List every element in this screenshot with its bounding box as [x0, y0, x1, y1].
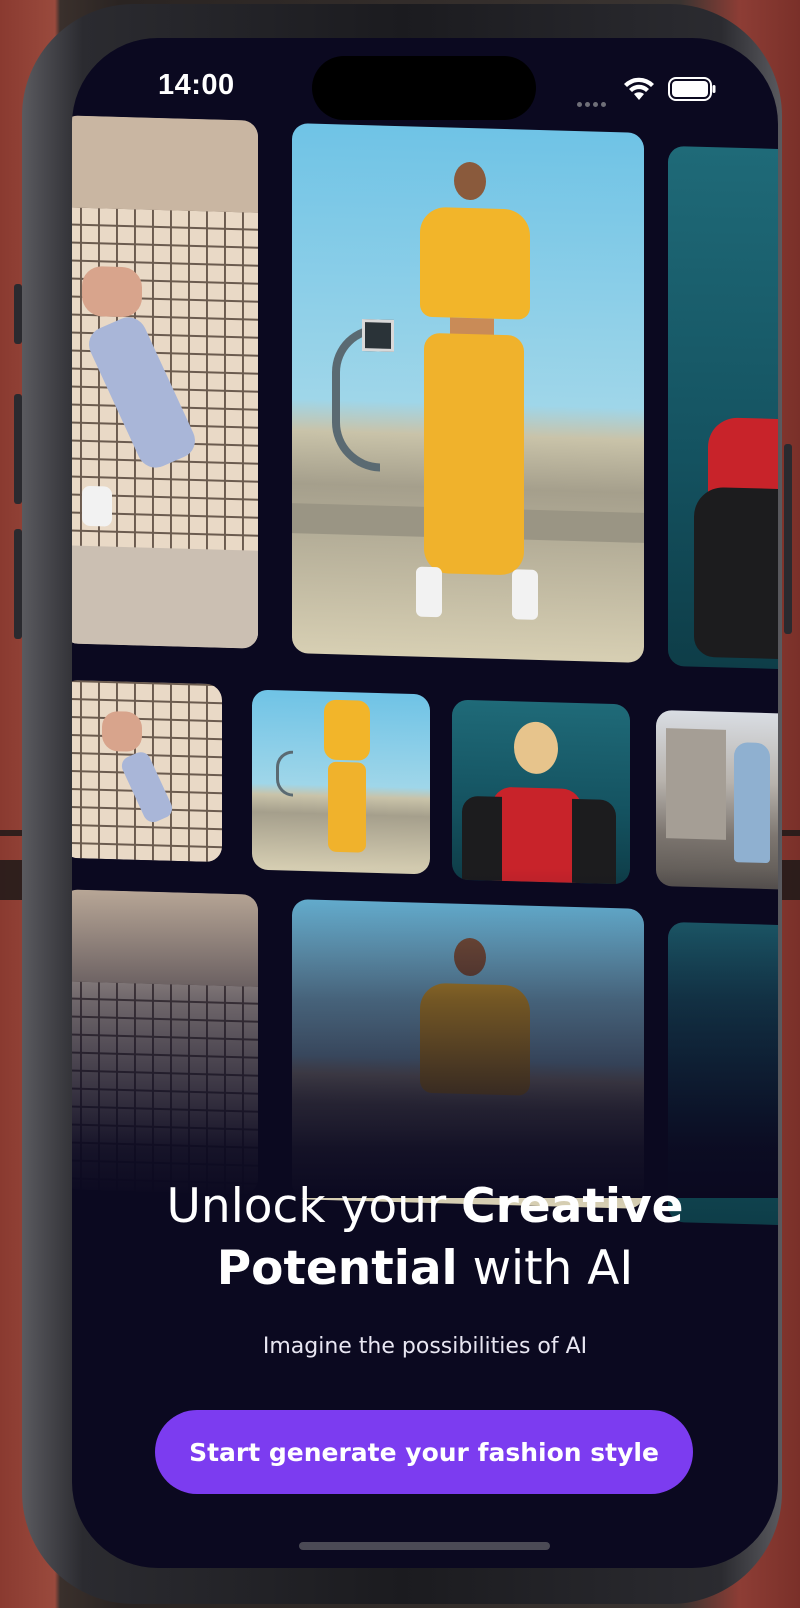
cellular-signal-icon: [577, 92, 611, 107]
headline-text: Unlock your: [166, 1179, 462, 1234]
photo-card-cathedral[interactable]: [656, 709, 778, 891]
headline-text: with AI: [457, 1241, 634, 1296]
status-bar: 14:00: [72, 38, 778, 148]
basketball-hoop-pole: [276, 750, 293, 797]
cathedral-facade: [666, 728, 726, 840]
hero-headline: Unlock your Creative Potential with AI: [72, 1176, 778, 1300]
hero-subtitle: Imagine the possibilities of AI: [262, 1334, 588, 1359]
power-button: [784, 444, 792, 634]
photo-card-tile-wall-small[interactable]: [72, 679, 222, 863]
model-blue-coat: [734, 742, 770, 864]
headline-bold-text: Creative: [461, 1179, 684, 1234]
app-screen: 14:00 Unlock your Creative Potential wit…: [72, 38, 778, 1568]
home-indicator[interactable]: [299, 1542, 550, 1550]
fashion-photo-grid: [72, 38, 778, 1238]
basketball-hoop-board: [362, 319, 394, 352]
phone-frame: 14:00 Unlock your Creative Potential wit…: [14, 4, 792, 1604]
photo-card-tile-wall[interactable]: [72, 115, 258, 649]
model-head: [514, 721, 558, 775]
status-time: 14:00: [158, 69, 235, 101]
model-jeans: [118, 749, 176, 826]
model-hoodie: [324, 699, 370, 761]
photo-card-red-top[interactable]: [668, 145, 778, 671]
model-jacket: [102, 710, 142, 752]
wifi-icon: [624, 77, 654, 100]
battery-icon: [668, 77, 716, 101]
model-shoes: [82, 485, 112, 527]
headline-bold-text: Potential: [216, 1241, 458, 1296]
model-jacket: [82, 265, 142, 318]
photo-card-yellow-tracksuit[interactable]: [292, 123, 644, 663]
model-boot-left: [416, 566, 442, 618]
model-jeans: [83, 311, 201, 474]
volume-up-button: [14, 394, 22, 504]
model-boot-right: [512, 569, 538, 620]
mute-switch: [14, 284, 22, 344]
volume-down-button: [14, 529, 22, 639]
dynamic-island: [312, 56, 536, 120]
model-head: [454, 161, 486, 201]
start-generate-button[interactable]: Start generate your fashion style: [155, 1410, 693, 1494]
photo-ground: [72, 545, 258, 649]
photo-card-yellow-tracksuit-small[interactable]: [252, 689, 430, 875]
model-black-jacket: [694, 486, 778, 660]
photo-card-sunglasses[interactable]: [452, 699, 630, 885]
model-joggers: [328, 761, 366, 853]
photo-grid-fade: [72, 868, 778, 1198]
model-hoodie: [420, 206, 530, 320]
model-joggers: [424, 332, 524, 576]
